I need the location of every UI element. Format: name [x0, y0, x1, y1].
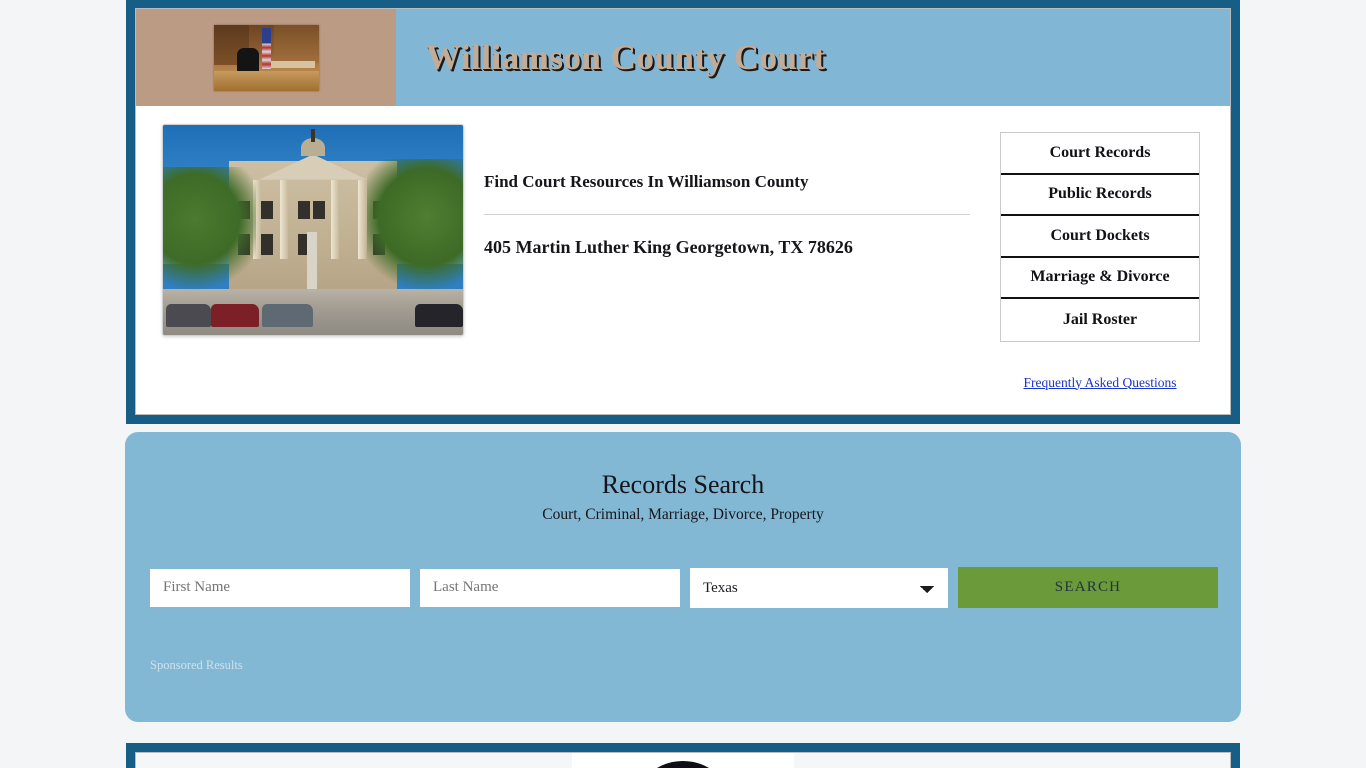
bottom-panel-center-cell	[572, 753, 794, 768]
records-search-title: Records Search	[601, 470, 765, 499]
bottom-panel-inner	[135, 752, 1231, 768]
bottom-panel-left-cell	[136, 753, 572, 768]
nav-button-jail-roster[interactable]: Jail Roster	[1001, 299, 1199, 341]
text-divider	[484, 214, 970, 215]
resources-text-column: Find Court Resources In Williamson Count…	[466, 124, 1000, 392]
nav-button-court-records[interactable]: Court Records	[1001, 133, 1199, 175]
header-image-box	[136, 9, 396, 106]
state-select[interactable]: Texas	[690, 567, 948, 608]
nav-button-column: Court Records Public Records Court Docke…	[1000, 124, 1230, 392]
faq-link-wrapper: Frequently Asked Questions	[1000, 342, 1200, 392]
page-title: Williamson County Court	[426, 37, 826, 77]
records-search-form: Texas SEARCH	[125, 524, 1241, 608]
first-name-input[interactable]	[150, 568, 410, 607]
records-search-subtitle: Court, Criminal, Marriage, Divorce, Prop…	[542, 506, 824, 523]
header-title-area: Williamson County Court	[396, 9, 1230, 106]
last-name-input[interactable]	[420, 568, 680, 607]
resources-heading: Find Court Resources In Williamson Count…	[484, 172, 809, 191]
courtroom-photo	[213, 24, 319, 91]
faq-link[interactable]: Frequently Asked Questions	[1024, 375, 1177, 390]
site-header-banner: Williamson County Court	[136, 9, 1230, 106]
bottom-panel-right-cell	[794, 753, 1230, 768]
nav-button-public-records[interactable]: Public Records	[1001, 174, 1199, 216]
sponsored-results-label: Sponsored Results	[150, 658, 243, 672]
nav-button-court-dockets[interactable]: Court Dockets	[1001, 216, 1199, 258]
court-address: 405 Martin Luther King Georgetown, TX 78…	[484, 237, 853, 257]
nav-button-marriage-divorce[interactable]: Marriage & Divorce	[1001, 257, 1199, 299]
main-panel: Williamson County Court Find Court Resou…	[126, 0, 1240, 424]
courthouse-photo	[162, 124, 464, 336]
search-button[interactable]: SEARCH	[958, 567, 1218, 608]
bottom-panel	[126, 743, 1240, 768]
records-search-panel: Records Search Court, Criminal, Marriage…	[125, 432, 1241, 722]
courthouse-photo-column	[136, 124, 466, 392]
main-content-row: Find Court Resources In Williamson Count…	[136, 106, 1230, 414]
seal-icon	[637, 761, 729, 768]
main-panel-inner: Williamson County Court Find Court Resou…	[135, 8, 1231, 415]
nav-button-stack: Court Records Public Records Court Docke…	[1000, 132, 1200, 342]
